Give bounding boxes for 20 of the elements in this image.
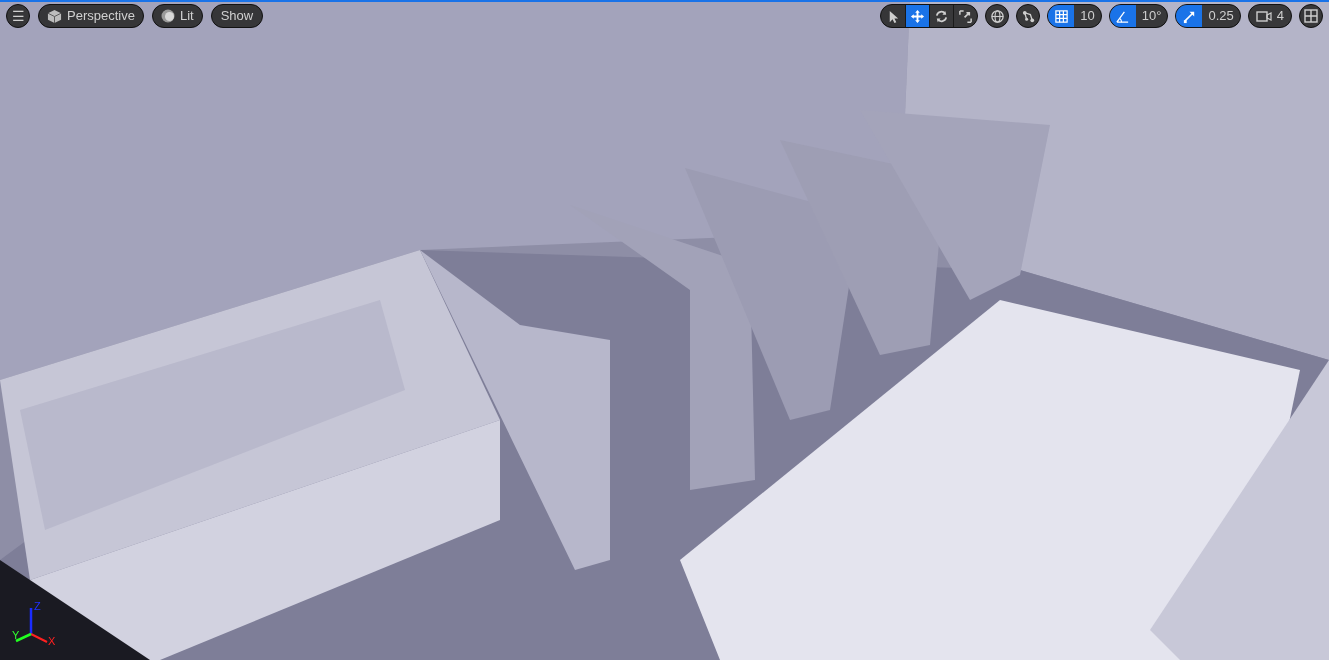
camera-icon (1255, 9, 1272, 23)
rotate-icon (934, 8, 950, 24)
snap-toggle[interactable]: 0.25 (1175, 4, 1241, 28)
snap-toggle[interactable]: 10 (1047, 4, 1102, 28)
snap-toggle[interactable]: 10° (1108, 4, 1169, 28)
globe-icon (989, 8, 1005, 24)
transform-tool-button[interactable] (905, 5, 930, 27)
snap-nodes-icon (1020, 8, 1036, 24)
scale-icon (958, 8, 974, 24)
axis-label: X (48, 636, 56, 647)
cube-icon (47, 8, 62, 24)
snap-value: 10° (1140, 7, 1163, 26)
layout-grid-icon (1304, 9, 1318, 23)
snap-value: 10 (1079, 7, 1096, 26)
move-arrows-icon (910, 8, 926, 24)
view-mode-button[interactable]: Perspective (38, 4, 144, 28)
axis-label: Z (34, 601, 41, 612)
snap-value: 0.25 (1207, 7, 1235, 26)
sphere-icon (160, 9, 175, 23)
axis-label: Y (12, 630, 20, 641)
